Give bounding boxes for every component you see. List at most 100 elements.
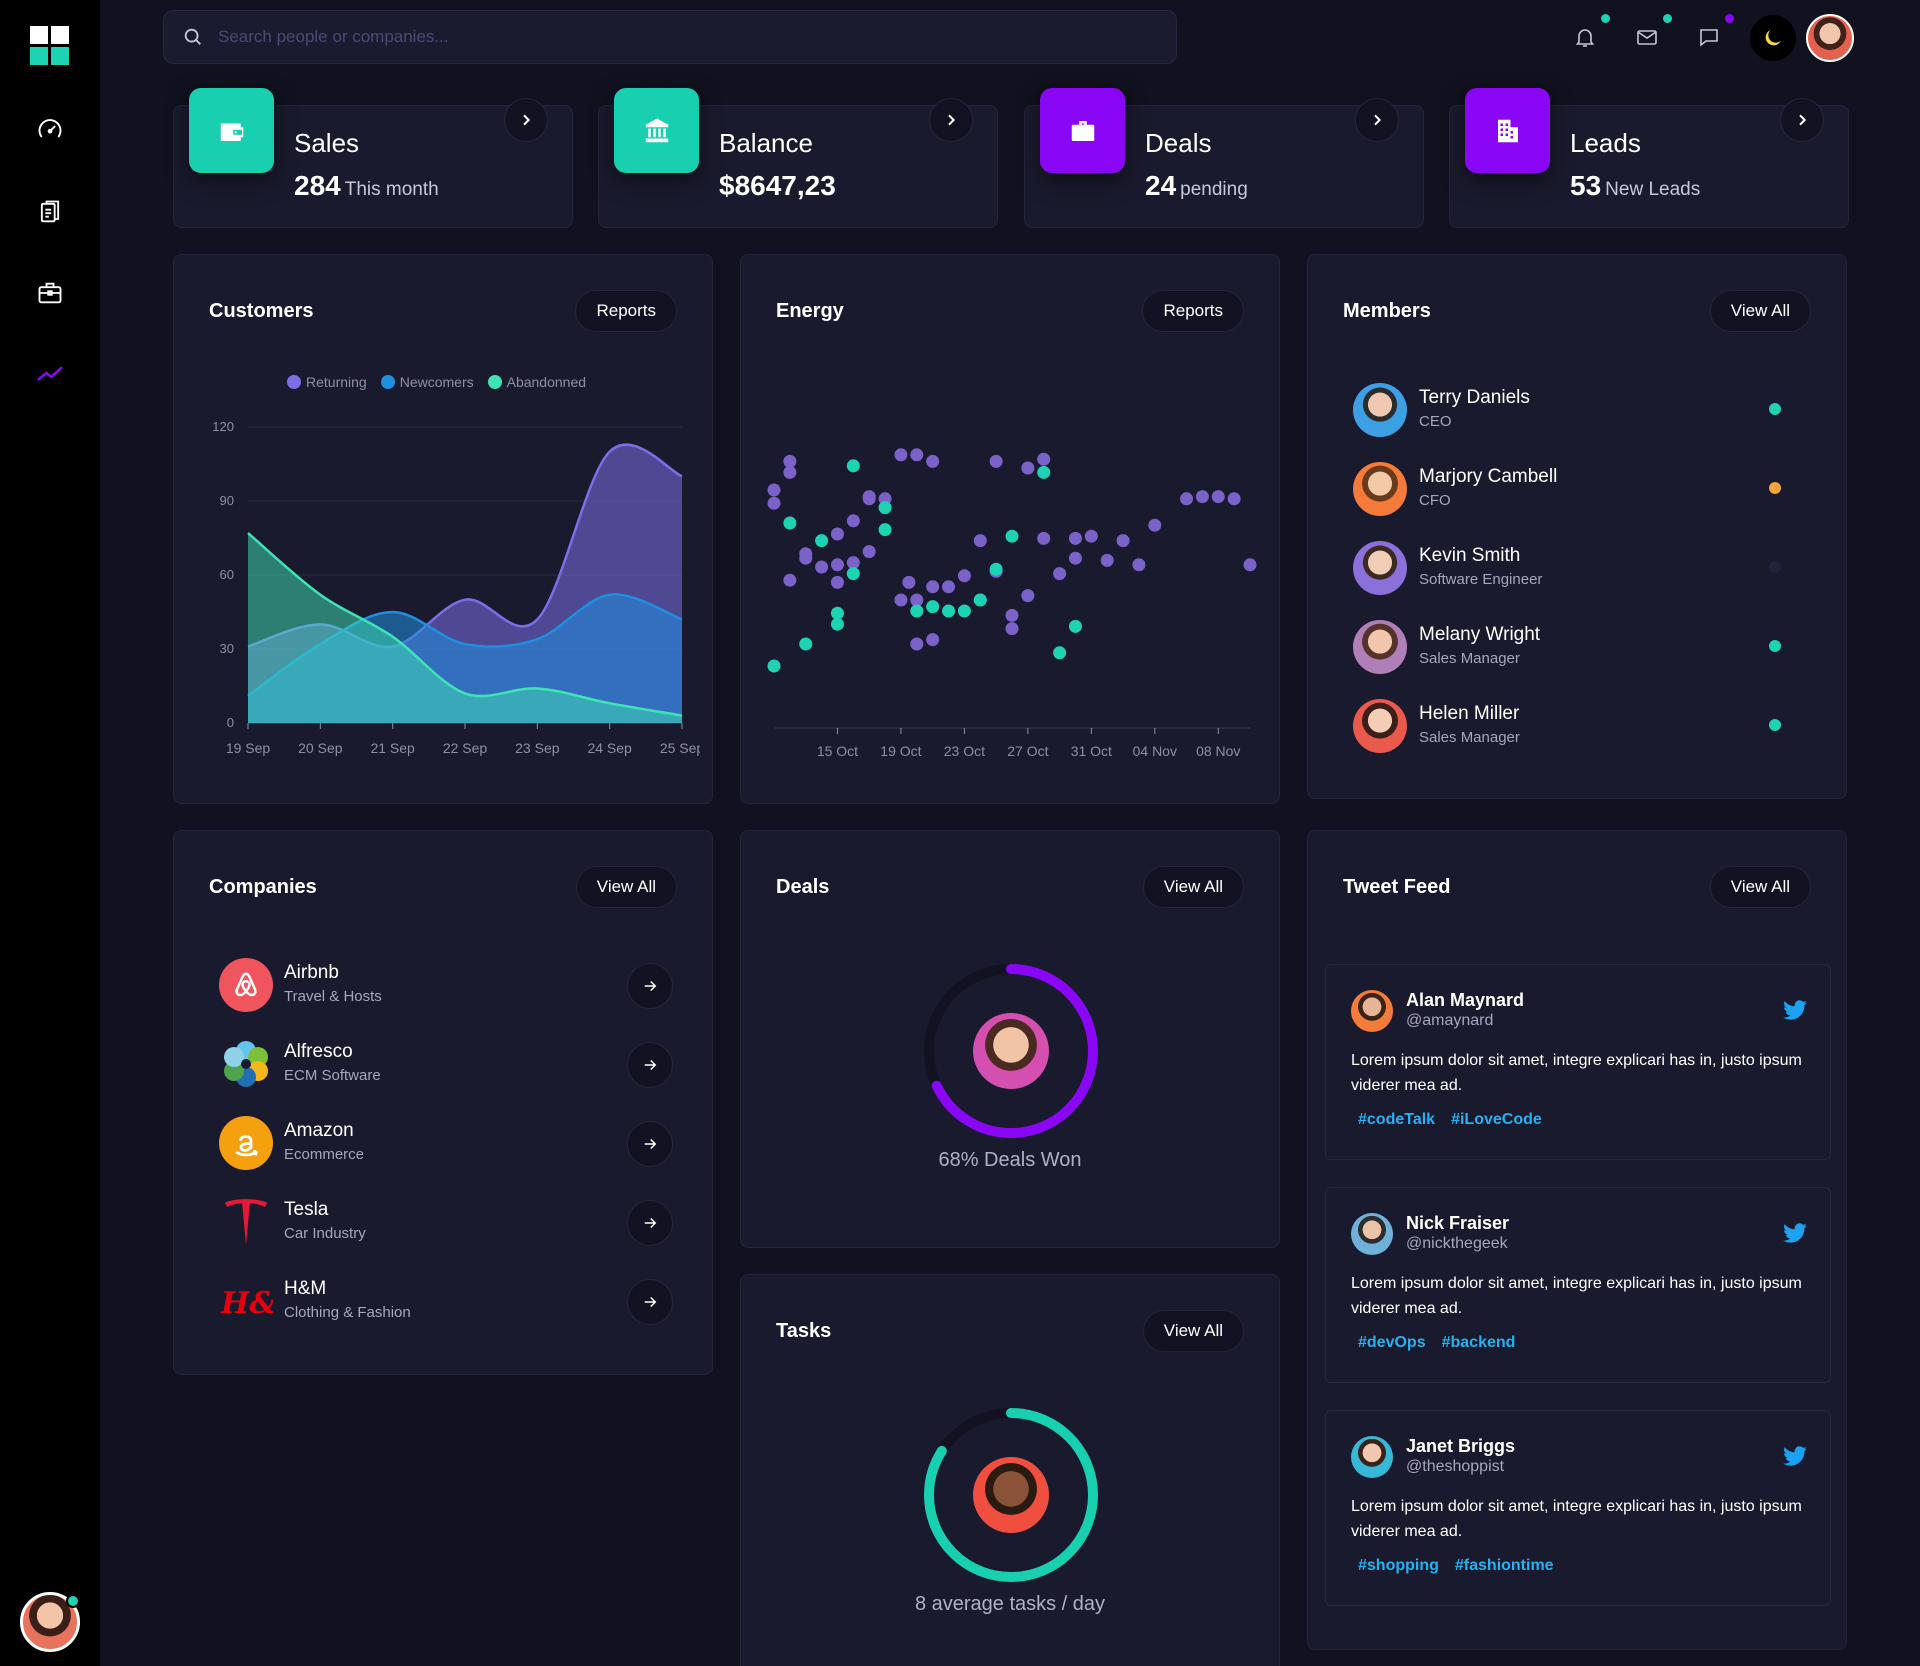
stat-sales-next-button[interactable] [504,98,548,142]
mail-icon[interactable] [1630,20,1664,54]
x-tick-label: 27 Oct [1007,743,1048,759]
scatter-point [910,448,924,462]
scatter-point [878,523,892,537]
tweet-card[interactable]: Alan Maynard @amaynard Lorem ipsum dolor… [1325,964,1831,1160]
stat-value: 284 This month [294,170,439,201]
search-input[interactable] [218,27,1118,47]
companies-panel: Companies View All Airbnb Travel & Hosts… [173,830,713,1375]
scatter-point [1227,492,1241,506]
member-item[interactable]: Terry Daniels CEO [1353,383,1803,447]
company-item[interactable]: Tesla Car Industry [219,1195,679,1255]
company-type: Car Industry [284,1225,366,1242]
member-item[interactable]: Melany Wright Sales Manager [1353,620,1803,684]
dashboard-gauge-icon[interactable] [32,112,68,148]
x-tick-label: 19 Oct [880,743,921,759]
scatter-point [989,562,1003,576]
stat-leads-next-button[interactable] [1780,98,1824,142]
avatar [1353,620,1407,674]
member-item[interactable]: Helen Miller Sales Manager [1353,699,1803,763]
company-open-button[interactable] [627,1121,673,1167]
hashtag-link[interactable]: #iLoveCode [1451,1111,1542,1129]
hashtag-link[interactable]: #shopping [1358,1557,1439,1575]
hashtag-link[interactable]: #fashiontime [1455,1557,1554,1575]
scatter-point [926,600,940,614]
scatter-point [942,580,956,594]
scatter-point [1053,567,1067,581]
tasks-view-all-button[interactable]: View All [1142,1310,1244,1352]
member-item[interactable]: Kevin Smith Software Engineer [1353,541,1803,605]
customers-reports-button[interactable]: Reports [575,290,677,332]
stat-card-leads: Leads 53 New Leads [1449,88,1849,228]
company-type: Travel & Hosts [284,988,382,1005]
arrow-right-icon [644,1059,657,1071]
chevron-right-icon [523,114,531,126]
tweet-author: Alan Maynard [1406,990,1525,1010]
tweet-handle: @amaynard [1406,1012,1494,1029]
hashtag-link[interactable]: #devOps [1358,1334,1426,1352]
tweets-view-all-button[interactable]: View All [1709,866,1811,908]
tweet-tags: #devOps #backend [1358,1334,1515,1352]
x-tick-label: 23 Sep [515,740,560,756]
scatter-point [902,575,916,589]
tweet-handle: @nickthegeek [1406,1235,1508,1252]
chat-icon[interactable] [1692,20,1726,54]
arrow-right-icon [644,980,657,992]
tweet-text: Lorem ipsum dolor sit amet, integre expl… [1351,1052,1802,1094]
panel-title: Members [1343,300,1431,322]
hashtag-link[interactable]: #backend [1442,1334,1516,1352]
panel-title: Tweet Feed [1343,876,1451,898]
company-type: Clothing & Fashion [284,1304,411,1321]
airbnb-logo-icon [219,958,273,1012]
company-open-button[interactable] [627,963,673,1009]
stat-balance-next-button[interactable] [929,98,973,142]
deals-view-all-button[interactable]: View All [1142,866,1244,908]
hashtag-link[interactable]: #codeTalk [1358,1111,1435,1129]
bell-icon[interactable] [1568,20,1602,54]
scatter-point [1021,461,1035,475]
company-item[interactable]: Alfresco ECM Software [219,1037,679,1097]
scatter-point [942,604,956,618]
scatter-point [1005,622,1019,636]
company-open-button[interactable] [627,1279,673,1325]
app-logo[interactable] [30,26,70,66]
members-view-all-button[interactable]: View All [1709,290,1811,332]
companies-view-all-button[interactable]: View All [575,866,677,908]
member-item[interactable]: Marjory Cambell CFO [1353,462,1803,526]
arrow-right-icon [644,1296,657,1308]
company-item[interactable]: H&M H&M Clothing & Fashion [219,1274,679,1334]
scatter-point [910,637,924,651]
twitter-icon[interactable] [1782,1223,1808,1245]
scatter-point [830,575,844,589]
documents-icon[interactable] [32,194,68,230]
tweet-card[interactable]: Janet Briggs @theshoppist Lorem ipsum do… [1325,1410,1831,1606]
dark-mode-toggle[interactable] [1750,15,1796,61]
mail-notification-dot [1663,14,1672,23]
y-tick-label: 30 [220,641,234,656]
scatter-point [767,496,781,510]
company-item[interactable]: Amazon Ecommerce [219,1116,679,1176]
trending-line-icon[interactable] [32,355,68,391]
scatter-point [846,514,860,528]
member-name: Melany Wright [1419,624,1541,645]
online-status-dot [66,1594,80,1608]
scatter-point [1195,490,1209,504]
briefcase-icon[interactable] [32,275,68,311]
energy-reports-button[interactable]: Reports [1142,290,1244,332]
tweet-card[interactable]: Nick Fraiser @nickthegeek Lorem ipsum do… [1325,1187,1831,1383]
x-tick-label: 20 Sep [298,740,343,756]
scatter-point [1243,558,1257,572]
scatter-point [1211,490,1225,504]
profile-avatar[interactable] [1806,14,1854,62]
x-tick-label: 19 Sep [226,740,271,756]
company-open-button[interactable] [627,1200,673,1246]
tweet-tags: #codeTalk #iLoveCode [1358,1111,1542,1129]
twitter-icon[interactable] [1782,1446,1808,1468]
stat-deals-next-button[interactable] [1355,98,1399,142]
twitter-icon[interactable] [1782,1000,1808,1022]
svg-text:H&M: H&M [220,1286,273,1321]
company-open-button[interactable] [627,1042,673,1088]
company-item[interactable]: Airbnb Travel & Hosts [219,958,679,1018]
scatter-point [957,569,971,583]
chevron-right-icon [1374,114,1382,126]
deals-label: 68% Deals Won [938,1149,1082,1171]
